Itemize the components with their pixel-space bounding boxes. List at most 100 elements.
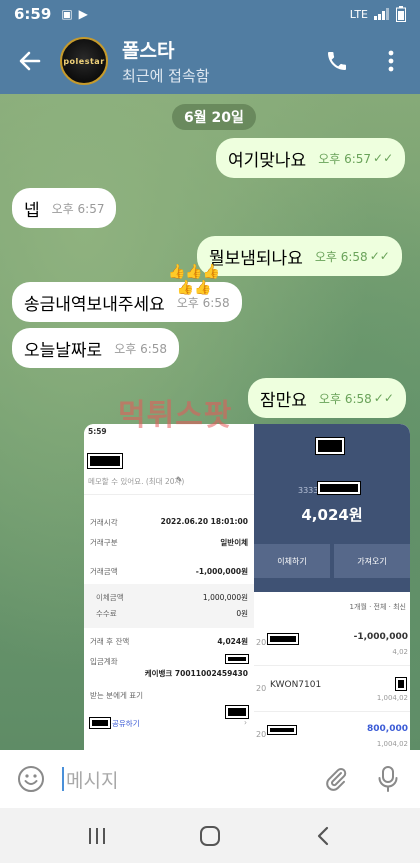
call-button[interactable] xyxy=(320,44,354,78)
message-text: 송금내역보내주세요 xyxy=(24,294,165,315)
system-nav-bar xyxy=(0,808,420,863)
history-balance: 4,02 xyxy=(392,648,408,656)
detail-row: 거래금액 -1,000,000원 xyxy=(90,566,248,577)
redacted-block xyxy=(267,633,299,645)
attach-button[interactable] xyxy=(310,750,362,808)
detail-row: 이체금액 1,000,000원 xyxy=(96,592,248,603)
redacted-block xyxy=(317,481,361,495)
detail-row: 거래시각 2022.06.20 18:01:00 xyxy=(90,517,248,528)
phone-icon xyxy=(328,52,346,70)
message-meta: 오후 6:58 xyxy=(177,294,230,311)
chat-subtitle: 최근에 접속함 xyxy=(122,67,210,85)
message-bubble-out[interactable]: 뭘보냄되나요 오후 6:58 ✓✓ xyxy=(197,236,402,276)
message-time: 오후 6:57 xyxy=(51,201,105,216)
back-chevron-icon xyxy=(318,826,329,845)
detail-value: 1,000,000원 xyxy=(202,593,248,602)
message-text: 잠만요 xyxy=(260,390,307,411)
smiley-icon xyxy=(18,766,44,792)
detail-key: 받는 분에게 표기 xyxy=(90,691,144,700)
detail-key: 이체금액 xyxy=(96,593,124,602)
history-balance: 1,004,02 xyxy=(376,740,408,748)
more-vertical-icon xyxy=(388,50,394,72)
redacted-block xyxy=(89,717,111,729)
message-text: 뭘보냄되나요 xyxy=(209,248,303,269)
history-day: 20 xyxy=(256,730,267,739)
detail-key: 거래시각 xyxy=(90,518,118,527)
detail-value: -1,000,000원 xyxy=(195,567,248,576)
redacted-block xyxy=(225,654,249,664)
message-input-bar: 메시지 xyxy=(0,750,420,808)
chat-title-block[interactable]: 폴스타 최근에 접속함 xyxy=(122,36,210,86)
detail-row: 수수료 0원 xyxy=(96,608,248,619)
text-caret xyxy=(62,767,64,791)
photo-message[interactable]: 5:59 메모할 수 있어요. (최대 20자) ✎ 거래시각 2022.06.2… xyxy=(84,424,410,750)
redacted-block xyxy=(225,705,249,719)
redacted-block xyxy=(395,677,407,691)
system-back-button[interactable] xyxy=(293,816,353,856)
divider xyxy=(84,494,254,495)
status-time: 6:59 xyxy=(14,5,52,23)
arrow-left-icon xyxy=(19,51,41,71)
watermark-logo: 먹튀스팟 xyxy=(118,398,233,433)
detail-row: 받는 분에게 표기 xyxy=(90,690,248,701)
recents-icon xyxy=(88,827,105,844)
history-name: KWON7101 xyxy=(270,680,322,690)
message-time: 오후 6:58 xyxy=(176,295,230,310)
back-button[interactable] xyxy=(0,28,60,94)
battery-icon xyxy=(396,6,406,22)
message-bubble-in[interactable]: 넵 오후 6:57 xyxy=(12,188,117,228)
thumbs-up-stickers: 👍👍👍 👍👍 xyxy=(168,264,221,296)
message-text: 여기맞나요 xyxy=(228,150,307,171)
avatar[interactable]: polestar xyxy=(60,37,108,85)
emoji-button[interactable] xyxy=(0,750,62,808)
message-placeholder: 메시지 xyxy=(66,769,119,792)
detail-value: 케이뱅크 70011002459430 xyxy=(144,669,248,678)
play-store-icon: ▶ xyxy=(78,7,88,21)
home-icon xyxy=(199,825,220,846)
message-meta: 오후 6:58 ✓✓ xyxy=(315,248,390,265)
message-input[interactable]: 메시지 xyxy=(62,750,310,808)
paperclip-icon xyxy=(326,767,347,791)
detail-sub-box xyxy=(84,584,254,628)
detail-key: 입금계좌 xyxy=(90,657,118,666)
account-balance-panel: 3333 4,024원 이체하기 가져오기 xyxy=(254,424,410,592)
memo-placeholder: 메모할 수 있어요. (최대 20자) xyxy=(88,477,185,486)
history-amount: -1,000,000 xyxy=(353,632,408,642)
more-button[interactable] xyxy=(374,44,408,78)
message-meta: 오후 6:57 xyxy=(52,200,105,217)
chat-title: 폴스타 xyxy=(122,40,175,62)
message-meta: 오후 6:58 ✓✓ xyxy=(319,390,394,407)
chat-header: polestar 폴스타 최근에 접속함 xyxy=(0,28,420,94)
chat-area[interactable]: 6월 20일 여기맞나요 오후 6:57 ✓✓ 넵 오후 6:57 뭘보냄되나요… xyxy=(0,94,420,750)
date-separator: 6월 20일 xyxy=(172,104,256,130)
message-time: 오후 6:58 xyxy=(114,341,168,356)
message-bubble-in[interactable]: 오늘날짜로 오후 6:58 xyxy=(12,328,180,368)
message-bubble-out[interactable]: 여기맞나요 오후 6:57 ✓✓ xyxy=(216,138,406,178)
recents-button[interactable] xyxy=(67,816,127,856)
message-text: 넵 xyxy=(24,200,40,221)
network-label: LTE xyxy=(349,7,368,21)
signal-icon xyxy=(374,8,389,20)
transfer-button: 이체하기 xyxy=(254,544,330,578)
double-check-icon: ✓✓ xyxy=(369,249,390,263)
double-check-icon: ✓✓ xyxy=(373,151,394,165)
voice-button[interactable] xyxy=(362,750,414,808)
photo-status-time: 5:59 xyxy=(88,427,107,436)
fetch-button: 가져오기 xyxy=(334,544,410,578)
history-row: 20 800,000 1,004,02 xyxy=(254,712,410,750)
history-filter: 1개월 · 전체 · 최신 xyxy=(349,603,406,611)
double-check-icon: ✓✓ xyxy=(373,391,394,405)
history-day: 20 xyxy=(256,684,267,693)
message-text: 오늘날짜로 xyxy=(24,340,103,361)
detail-key: 거래 후 잔액 xyxy=(90,637,130,646)
account-prefix: 3333 xyxy=(298,486,319,495)
message-bubble-out[interactable]: 잠만요 오후 6:58 ✓✓ xyxy=(248,378,406,418)
detail-value: 4,024원 xyxy=(217,637,248,646)
chevron-right-icon: › xyxy=(244,718,247,727)
history-row: 20 -1,000,000 4,02 xyxy=(254,620,410,666)
detail-value: 일반이체 xyxy=(220,538,248,547)
detail-row: 거래구분 일반이체 xyxy=(90,537,248,548)
detail-key: 거래금액 xyxy=(90,567,118,576)
home-button[interactable] xyxy=(180,816,240,856)
message-time: 오후 6:57 xyxy=(318,151,372,166)
